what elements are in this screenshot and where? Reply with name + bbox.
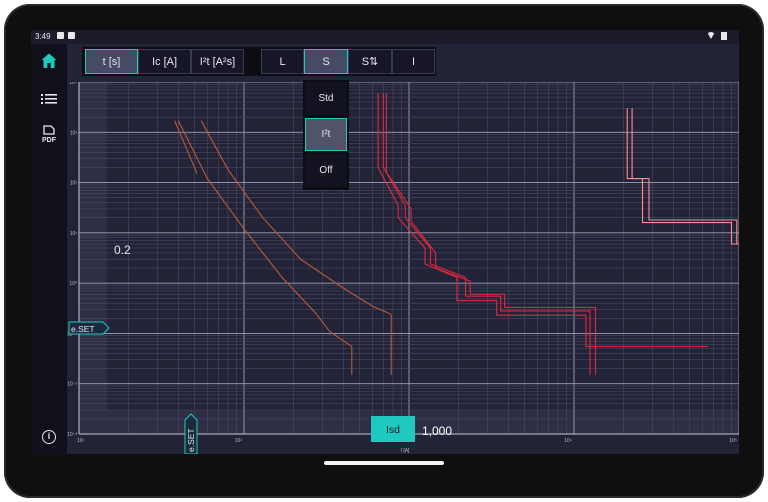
eset-marker-x[interactable]: e.SET — [184, 413, 198, 454]
notification-icons — [57, 32, 75, 39]
app-screen: 3:49 PDF i t [s] Ic [A] I²t [A²s] L S S⇅… — [31, 30, 739, 454]
tab-current[interactable]: Ic [A] — [138, 49, 191, 74]
x-tick-label: 10⁵ — [729, 438, 737, 444]
info-icon: i — [42, 430, 56, 444]
status-bar: 3:49 — [31, 30, 739, 44]
battery-icon — [721, 32, 727, 40]
dropdown-item-off[interactable]: Off — [305, 154, 347, 187]
y-tick-label: 10⁴ — [69, 82, 77, 86]
sidebar: PDF i — [31, 44, 67, 454]
time-setting-value: 0.2 — [114, 243, 131, 257]
y-tick-label: 10⁻³ — [67, 432, 77, 438]
sidebar-item-info[interactable]: i — [37, 426, 61, 448]
sidebar-item-home[interactable] — [37, 50, 61, 72]
home-icon — [41, 53, 57, 68]
x-tick-label: 10² — [235, 438, 243, 444]
tab-protection-l[interactable]: L — [261, 49, 304, 74]
isd-button-label: Isd — [386, 424, 400, 436]
trip-curve-chart: 10⁴10³10²10¹10⁰10⁻¹10⁻²10⁻³ 10¹10²10³10⁴… — [67, 82, 739, 454]
notification-icon — [68, 32, 75, 39]
y-tick-label: 10³ — [70, 130, 78, 136]
tab-protection-s[interactable]: S — [304, 49, 348, 74]
gesture-home-bar — [324, 461, 444, 465]
y-tick-label: 10⁻² — [67, 382, 77, 388]
wifi-icon — [707, 32, 715, 39]
y-tick-label: 10² — [70, 181, 78, 187]
shield-icon — [57, 32, 64, 39]
status-time: 3:49 — [35, 32, 51, 41]
sidebar-item-pdf[interactable]: PDF — [37, 124, 61, 146]
s-mode-dropdown: Std I²t Off — [303, 80, 349, 190]
x-tick-label: 10¹ — [77, 438, 85, 444]
tab-time[interactable]: t [s] — [85, 49, 138, 74]
dropdown-item-std[interactable]: Std — [305, 82, 347, 115]
x-axis-unit: I [A] — [401, 448, 411, 454]
eset-label: e.SET — [71, 324, 95, 334]
sidebar-item-list[interactable] — [37, 88, 61, 110]
tab-protection-s-i2t[interactable]: S⇅ — [348, 49, 392, 74]
eset-band-vertical — [79, 82, 107, 410]
y-tick-label: 10⁰ — [69, 281, 77, 287]
list-icon — [41, 94, 57, 104]
x-tick-label: 10⁴ — [564, 438, 572, 444]
eset-marker-y[interactable]: e.SET — [68, 321, 110, 335]
tab-protection-i[interactable]: I — [392, 49, 435, 74]
system-icons — [707, 32, 727, 40]
pdf-label: PDF — [42, 137, 57, 144]
isd-value: 1,000 — [422, 424, 452, 438]
dropdown-item-i2t[interactable]: I²t — [305, 118, 347, 151]
y-tick-label: 10¹ — [70, 231, 78, 237]
eset-x-label: e.SET — [186, 428, 196, 452]
tablet-device: 3:49 PDF i t [s] Ic [A] I²t [A²s] L S S⇅… — [0, 0, 768, 502]
tab-energy[interactable]: I²t [A²s] — [191, 49, 244, 74]
pdf-icon: PDF — [42, 125, 57, 144]
